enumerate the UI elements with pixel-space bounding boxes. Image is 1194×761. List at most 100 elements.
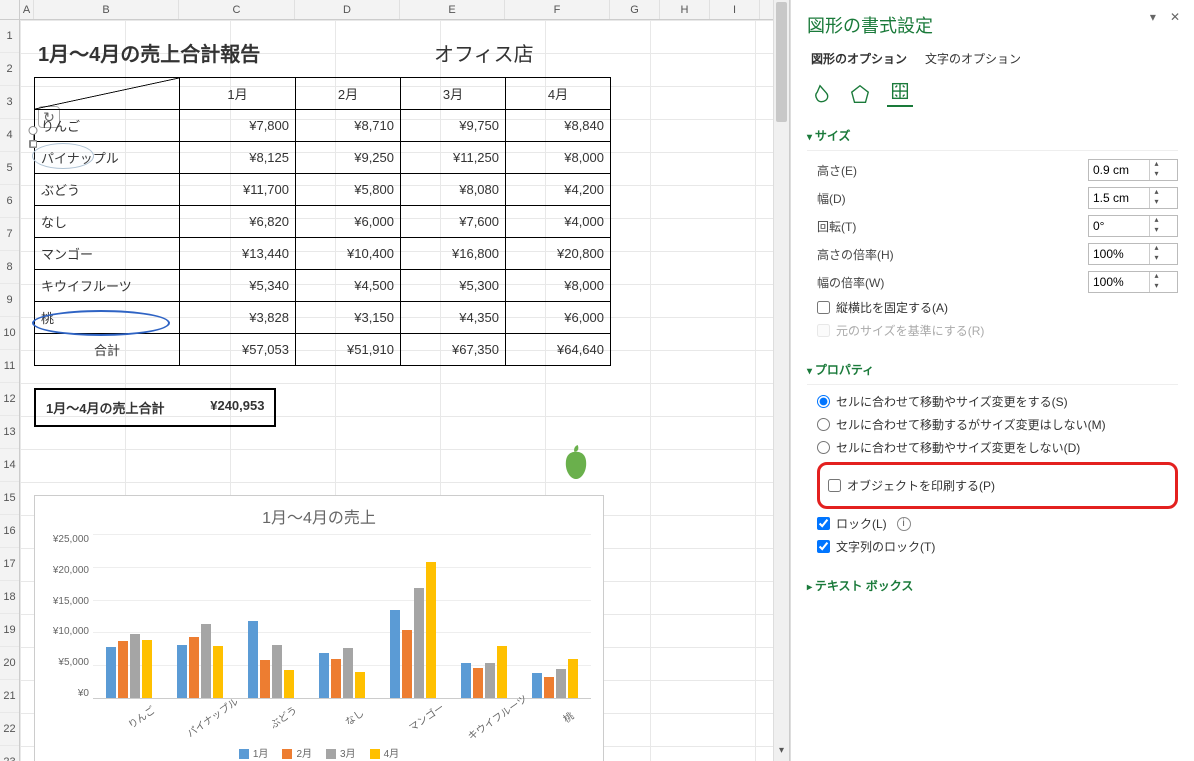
radio-no-move-no-size[interactable]: セルに合わせて移動やサイズ変更をしない(D) bbox=[817, 439, 1178, 456]
table-cell[interactable]: ¥5,340 bbox=[180, 270, 296, 302]
table-cell[interactable]: ¥8,000 bbox=[506, 270, 611, 302]
col-header-E[interactable]: E bbox=[400, 0, 505, 19]
row-header[interactable]: 18 bbox=[0, 581, 19, 614]
bar[interactable] bbox=[272, 645, 282, 698]
bar[interactable] bbox=[473, 668, 483, 698]
effects-icon[interactable] bbox=[847, 81, 873, 107]
table-cell[interactable]: ¥10,400 bbox=[296, 238, 401, 270]
select-all-corner[interactable] bbox=[0, 0, 20, 19]
checkbox-print-object[interactable]: オブジェクトを印刷する(P) bbox=[828, 477, 1167, 494]
row-header[interactable]: 23 bbox=[0, 746, 19, 761]
col-header-G[interactable]: G bbox=[610, 0, 660, 19]
table-header-month[interactable]: 3月 bbox=[401, 78, 506, 110]
table-cell[interactable]: ¥4,350 bbox=[401, 302, 506, 334]
table-corner-cell[interactable] bbox=[35, 78, 180, 110]
radio-move-size-with-cells[interactable]: セルに合わせて移動やサイズ変更をする(S) bbox=[817, 393, 1178, 410]
col-header-B[interactable]: B bbox=[34, 0, 179, 19]
bar[interactable] bbox=[177, 645, 187, 698]
tab-text-options[interactable]: 文字のオプション bbox=[921, 48, 1025, 69]
table-item-name[interactable]: ぶどう bbox=[35, 174, 180, 206]
row-header[interactable]: 16 bbox=[0, 515, 19, 548]
bar[interactable] bbox=[331, 659, 341, 698]
table-cell[interactable]: ¥4,000 bbox=[506, 206, 611, 238]
row-header[interactable]: 11 bbox=[0, 350, 19, 383]
row-header[interactable]: 20 bbox=[0, 647, 19, 680]
info-icon[interactable]: i bbox=[897, 517, 911, 531]
resize-handle[interactable] bbox=[30, 141, 37, 148]
bar[interactable] bbox=[201, 624, 211, 698]
table-cell[interactable]: ¥8,125 bbox=[180, 142, 296, 174]
table-cell[interactable]: ¥11,250 bbox=[401, 142, 506, 174]
scroll-thumb[interactable] bbox=[776, 2, 787, 122]
col-header-I[interactable]: I bbox=[710, 0, 760, 19]
bar[interactable] bbox=[260, 660, 270, 698]
bar[interactable] bbox=[106, 647, 116, 698]
row-header[interactable]: 13 bbox=[0, 416, 19, 449]
sheet-scrollbar-vertical[interactable]: ▴ ▾ bbox=[773, 0, 789, 761]
row-header[interactable]: 3 bbox=[0, 86, 19, 119]
blue-oval-shape[interactable] bbox=[32, 310, 170, 336]
bar[interactable] bbox=[414, 588, 424, 698]
table-cell[interactable]: ¥9,750 bbox=[401, 110, 506, 142]
table-item-name[interactable]: キウイフルーツ bbox=[35, 270, 180, 302]
section-properties-header[interactable]: プロパティ bbox=[807, 355, 1178, 384]
col-header-D[interactable]: D bbox=[295, 0, 400, 19]
table-cell[interactable]: ¥7,800 bbox=[180, 110, 296, 142]
table-item-name[interactable]: なし bbox=[35, 206, 180, 238]
input-scale-width[interactable]: ▴▾ bbox=[1088, 271, 1178, 293]
row-header[interactable]: 12 bbox=[0, 383, 19, 416]
table-cell[interactable]: ¥8,840 bbox=[506, 110, 611, 142]
table-cell[interactable]: ¥8,710 bbox=[296, 110, 401, 142]
radio-move-no-size[interactable]: セルに合わせて移動するがサイズ変更はしない(M) bbox=[817, 416, 1178, 433]
table-cell[interactable]: ¥5,300 bbox=[401, 270, 506, 302]
tab-shape-options[interactable]: 図形のオプション bbox=[807, 48, 911, 69]
bar[interactable] bbox=[189, 637, 199, 698]
table-total-cell[interactable]: ¥51,910 bbox=[296, 334, 401, 366]
row-header[interactable]: 15 bbox=[0, 482, 19, 515]
row-header[interactable]: 21 bbox=[0, 680, 19, 713]
table-cell[interactable]: ¥8,080 bbox=[401, 174, 506, 206]
scroll-down-arrow[interactable]: ▾ bbox=[774, 745, 789, 761]
bar[interactable] bbox=[532, 673, 542, 698]
row-header[interactable]: 5 bbox=[0, 152, 19, 185]
row-header[interactable]: 17 bbox=[0, 548, 19, 581]
row-header[interactable]: 2 bbox=[0, 53, 19, 86]
selected-oval-shape[interactable] bbox=[32, 143, 94, 169]
table-total-cell[interactable]: ¥57,053 bbox=[180, 334, 296, 366]
col-header-H[interactable]: H bbox=[660, 0, 710, 19]
table-cell[interactable]: ¥11,700 bbox=[180, 174, 296, 206]
chart[interactable]: 1月～4月の売上 ¥25,000¥20,000¥15,000¥10,000¥5,… bbox=[34, 495, 604, 761]
apple-icon[interactable] bbox=[559, 443, 593, 481]
table-cell[interactable]: ¥9,250 bbox=[296, 142, 401, 174]
row-header[interactable]: 6 bbox=[0, 185, 19, 218]
bar[interactable] bbox=[461, 663, 471, 698]
input-height[interactable]: ▴▾ bbox=[1088, 159, 1178, 181]
input-scale-height[interactable]: ▴▾ bbox=[1088, 243, 1178, 265]
row-header[interactable]: 1 bbox=[0, 20, 19, 53]
table-item-name[interactable]: りんご bbox=[35, 110, 180, 142]
pane-close-icon[interactable]: ✕ bbox=[1170, 10, 1180, 24]
row-header[interactable]: 9 bbox=[0, 284, 19, 317]
row-header[interactable]: 10 bbox=[0, 317, 19, 350]
table-total-label[interactable]: 合計 bbox=[35, 334, 180, 366]
row-header[interactable]: 19 bbox=[0, 614, 19, 647]
col-header-F[interactable]: F bbox=[505, 0, 610, 19]
row-header[interactable]: 8 bbox=[0, 251, 19, 284]
fill-line-icon[interactable] bbox=[807, 81, 833, 107]
cell-grid[interactable]: 1月～4月の売上合計報告 オフィス店 ↻ 1月 2月 3月 4月 りんご¥7,8… bbox=[20, 20, 789, 761]
rotate-handle[interactable] bbox=[29, 126, 38, 135]
table-cell[interactable]: ¥20,800 bbox=[506, 238, 611, 270]
table-cell[interactable]: ¥16,800 bbox=[401, 238, 506, 270]
pane-menu-icon[interactable]: ▾ bbox=[1150, 10, 1156, 24]
bar[interactable] bbox=[402, 630, 412, 698]
table-item-name[interactable]: マンゴー bbox=[35, 238, 180, 270]
checkbox-lock[interactable]: ロック(L) i bbox=[817, 515, 1178, 532]
bar[interactable] bbox=[248, 621, 258, 698]
size-properties-icon[interactable] bbox=[887, 81, 913, 107]
table-header-month[interactable]: 1月 bbox=[180, 78, 296, 110]
checkbox-lock-aspect[interactable]: 縦横比を固定する(A) bbox=[817, 299, 1178, 316]
row-header[interactable]: 14 bbox=[0, 449, 19, 482]
table-cell[interactable]: ¥3,150 bbox=[296, 302, 401, 334]
input-width[interactable]: ▴▾ bbox=[1088, 187, 1178, 209]
bar[interactable] bbox=[544, 677, 554, 698]
